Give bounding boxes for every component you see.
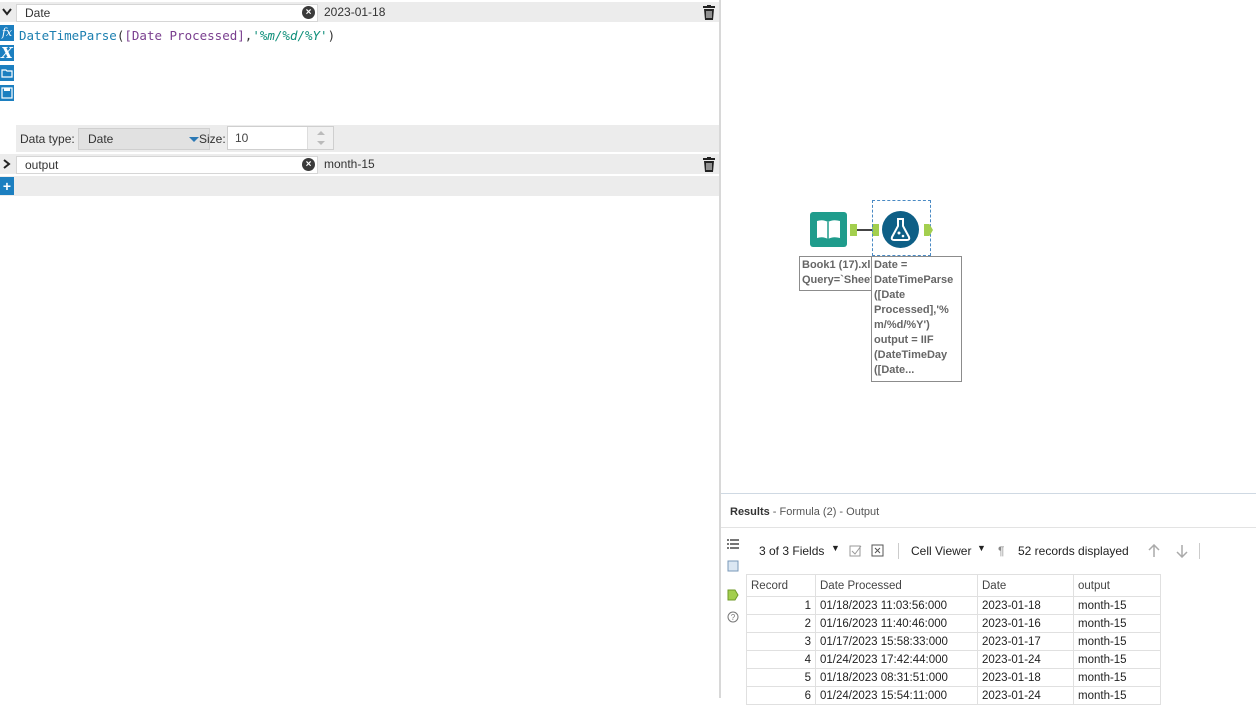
- workflow-canvas[interactable]: [721, 0, 1256, 493]
- dropdown-arrow-icon: [189, 137, 199, 142]
- size-input[interactable]: 10: [227, 126, 334, 150]
- formula-tool[interactable]: [882, 211, 919, 248]
- folder-icon[interactable]: [0, 65, 14, 81]
- results-grid: Record Date Processed Date output 1 01/18…: [746, 574, 1161, 705]
- formula-preview-value: 2023-01-18: [324, 5, 386, 19]
- connection-line: [857, 229, 872, 231]
- data-type-select[interactable]: Date: [78, 128, 210, 150]
- pilcrow-icon[interactable]: ¶: [998, 544, 1004, 558]
- delete-trash-icon[interactable]: [702, 5, 716, 20]
- results-panel: Results - Formula (2) - Output ? 3 of 3 …: [721, 493, 1256, 705]
- output-field-name-input[interactable]: output: [16, 156, 318, 174]
- output-anchor[interactable]: [850, 224, 857, 236]
- arrow-down-icon[interactable]: [1175, 544, 1189, 558]
- svg-text:?: ?: [731, 613, 736, 622]
- list-view-icon[interactable]: [727, 538, 739, 550]
- table-row[interactable]: 6 01/24/2023 15:54:11:000 2023-01-24 month-…: [746, 686, 1161, 705]
- expression-text[interactable]: DateTimeParse([Date Processed],'%m/%d/%Y…: [19, 28, 335, 43]
- formula-panel: Date × 2023-01-18 fx X DateTimeParse([Da…: [0, 0, 719, 698]
- flask-icon: [890, 218, 911, 241]
- input-data-tool[interactable]: [810, 212, 847, 247]
- arrow-up-icon[interactable]: [1147, 544, 1161, 558]
- table-row[interactable]: 4 01/24/2023 17:42:44:000 2023-01-24 month-…: [746, 650, 1161, 669]
- caret-down-icon[interactable]: ▼: [977, 543, 986, 553]
- add-formula-row: +: [0, 176, 719, 196]
- output-field-name-input[interactable]: Date: [16, 4, 318, 22]
- column-header[interactable]: output: [1073, 574, 1161, 597]
- records-count: 52 records displayed: [1018, 544, 1129, 558]
- book-icon: [817, 220, 840, 239]
- caret-down-icon[interactable]: ▼: [831, 543, 840, 553]
- column-header[interactable]: Record: [746, 574, 816, 597]
- fields-dropdown[interactable]: 3 of 3 Fields: [759, 544, 824, 558]
- table-row[interactable]: 2 01/16/2023 11:40:46:000 2023-01-16 month-…: [746, 614, 1161, 633]
- formula-preview-value: month-15: [324, 157, 375, 171]
- formula-row-output: output × month-15: [0, 154, 719, 174]
- data-type-label: Data type:: [20, 132, 75, 146]
- help-icon[interactable]: ?: [727, 611, 739, 623]
- delete-trash-icon[interactable]: [702, 157, 716, 172]
- fx-icon[interactable]: fx: [0, 25, 14, 41]
- cell-viewer-dropdown[interactable]: Cell Viewer: [911, 544, 971, 558]
- expand-chevron-icon[interactable]: [0, 154, 14, 174]
- save-icon[interactable]: [0, 85, 14, 101]
- formula-row-date: Date × 2023-01-18: [0, 2, 719, 22]
- collapse-chevron-icon[interactable]: [0, 2, 14, 22]
- column-header[interactable]: Date Processed: [815, 574, 978, 597]
- table-row[interactable]: 3 01/17/2023 15:58:33:000 2023-01-17 month-…: [746, 632, 1161, 651]
- clear-field-icon[interactable]: ×: [302, 158, 315, 171]
- formula-tool-annotation: Date = DateTimeParse ([Date Processed],'…: [871, 256, 962, 382]
- table-row[interactable]: 1 01/18/2023 11:03:56:000 2023-01-18 month-…: [746, 596, 1161, 615]
- column-header[interactable]: Date: [977, 574, 1074, 597]
- results-title: Results - Formula (2) - Output: [730, 506, 880, 518]
- data-view-icon[interactable]: [727, 589, 739, 601]
- variable-icon[interactable]: X: [0, 45, 14, 61]
- add-formula-button[interactable]: +: [0, 177, 14, 195]
- metadata-icon[interactable]: [727, 560, 739, 572]
- size-label: Size:: [199, 132, 226, 146]
- data-type-bar: Data type: Date Size: 10: [16, 125, 719, 152]
- checkbox-select-icon[interactable]: [849, 544, 862, 557]
- table-row[interactable]: 5 01/18/2023 08:31:51:000 2023-01-18 month-…: [746, 668, 1161, 687]
- deselect-icon[interactable]: [871, 544, 884, 557]
- input-tool-annotation: Book1 (17).xlsx Query=`Sheet1$`: [799, 256, 874, 291]
- clear-field-icon[interactable]: ×: [302, 6, 315, 19]
- size-spinner[interactable]: [307, 127, 333, 149]
